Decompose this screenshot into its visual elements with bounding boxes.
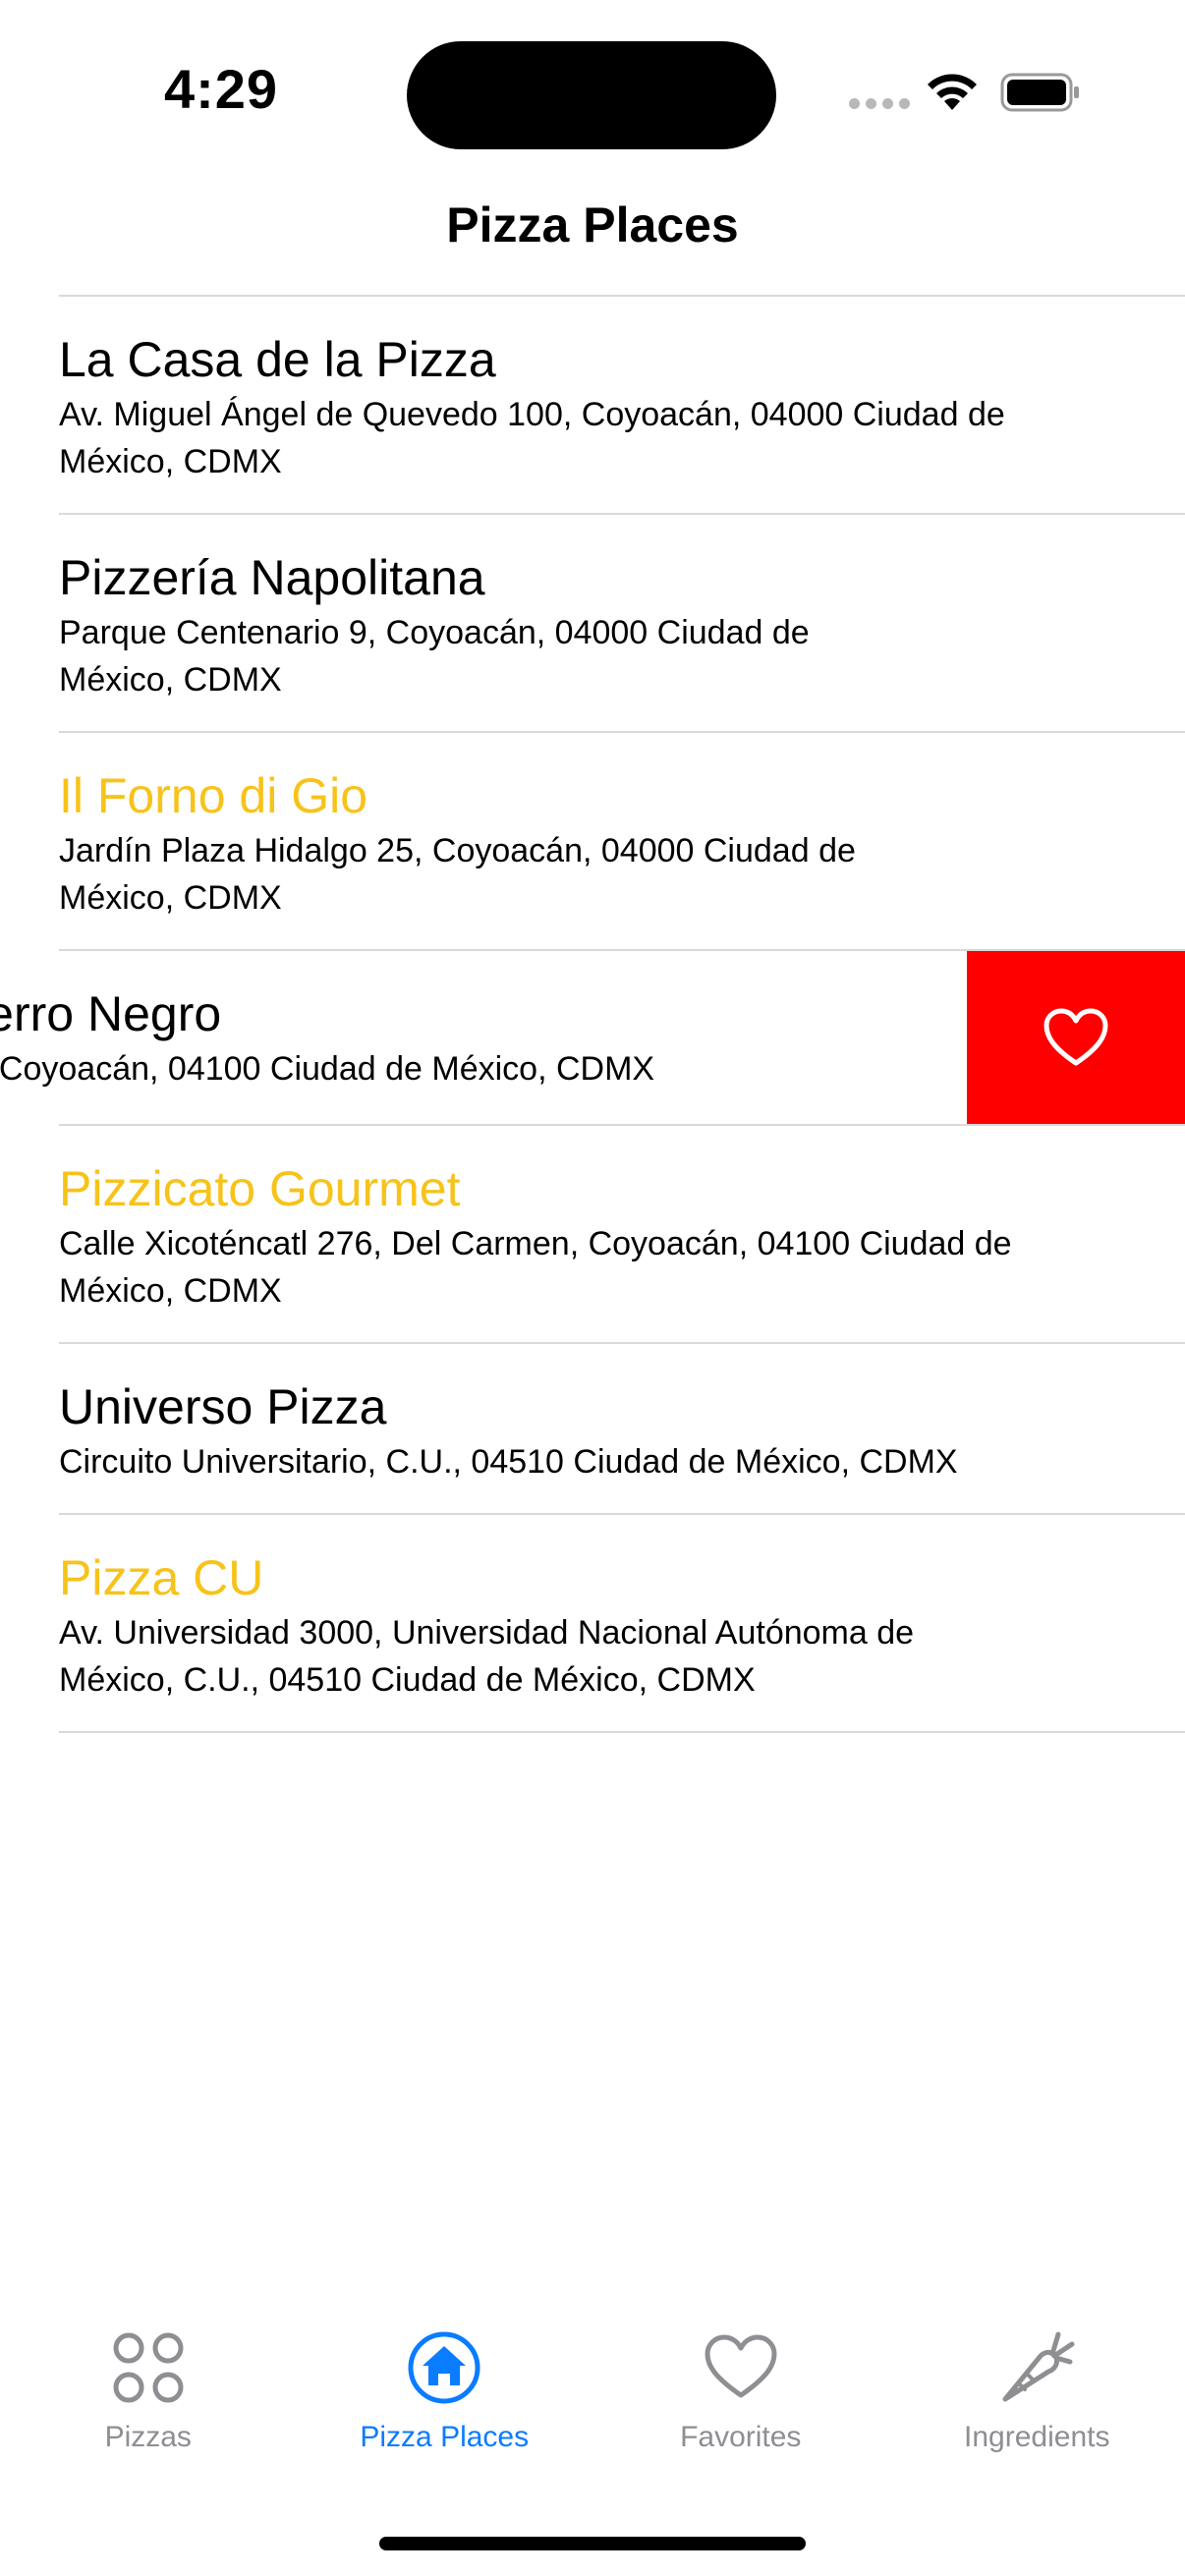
home-indicator [379, 2537, 806, 2550]
tab-label: Pizzas [104, 2421, 192, 2453]
tab-favorites[interactable]: Favorites [592, 2328, 889, 2466]
status-bar: 4:29 [0, 0, 1185, 177]
place-address: o 111, Coyoacán, 04100 Ciudad de México,… [0, 1043, 1081, 1120]
place-address-line1: Calle Xicoténcatl 276, Del Carmen, Coyoa… [59, 1225, 1012, 1262]
places-list: La Casa de la Pizza Av. Miguel Ángel de … [0, 295, 1185, 1733]
list-item[interactable]: Pizza CU Av. Universidad 3000, Universid… [0, 1515, 1185, 1731]
place-address: Av. Miguel Ángel de Quevedo 100, Coyoacá… [59, 389, 1146, 513]
place-address-line1: Jardín Plaza Hidalgo 25, Coyoacán, 04000… [59, 832, 856, 869]
place-address: Calle Xicoténcatl 276, Del Carmen, Coyoa… [59, 1218, 1146, 1342]
place-address-line2: México, C.U., 04510 Ciudad de México, CD… [59, 1661, 756, 1699]
tab-label: Ingredients [964, 2421, 1110, 2453]
place-name: La Casa de la Pizza [59, 332, 496, 387]
dynamic-island [407, 41, 776, 149]
list-item[interactable]: Il Forno di Gio Jardín Plaza Hidalgo 25,… [0, 733, 1185, 949]
list-item[interactable]: Pizzicato Gourmet Calle Xicoténcatl 276,… [0, 1126, 1185, 1342]
list-separator [59, 1731, 1185, 1733]
wifi-icon [928, 74, 977, 110]
place-address: Jardín Plaza Hidalgo 25, Coyoacán, 04000… [59, 825, 1146, 949]
list-item[interactable]: La Casa de la Pizza Av. Miguel Ángel de … [0, 297, 1185, 513]
place-address-line1: Parque Centenario 9, Coyoacán, 04000 Ciu… [59, 614, 810, 651]
page-title: Pizza Places [446, 197, 739, 252]
tab-pizzas[interactable]: Pizzas [0, 2328, 297, 2466]
place-address: Parque Centenario 9, Coyoacán, 04000 Ciu… [59, 607, 1146, 731]
place-address-line2: México, CDMX [59, 661, 282, 699]
place-address-line1: o 111, Coyoacán, 04100 Ciudad de México,… [0, 1050, 655, 1088]
house-circle-icon [408, 2331, 480, 2404]
place-name: Pizzicato Gourmet [59, 1161, 461, 1216]
tab-pizza-places[interactable]: Pizza Places [297, 2328, 593, 2466]
favorite-swipe-button[interactable] [967, 951, 1185, 1124]
tab-ingredients[interactable]: Ingredients [889, 2328, 1185, 2466]
place-address-line1: Circuito Universitario, C.U., 04510 Ciud… [59, 1443, 958, 1481]
place-address-line2: México, CDMX [59, 1272, 282, 1310]
heart-icon [1044, 1008, 1108, 1066]
place-name: el Perro Negro [0, 986, 222, 1041]
place-address: Circuito Universitario, C.U., 04510 Ciud… [59, 1436, 1146, 1513]
list-item-swiped[interactable]: el Perro Negro o 111, Coyoacán, 04100 Ci… [0, 951, 1185, 1124]
place-address-line1: Av. Universidad 3000, Universidad Nacion… [59, 1614, 915, 1652]
place-name: Pizzería Napolitana [59, 550, 485, 605]
place-address: Av. Universidad 3000, Universidad Nacion… [59, 1607, 1146, 1731]
cellular-signal-icon [849, 98, 910, 109]
screen: 4:29 Pizza Places La Casa de la Pizza Av… [0, 0, 1185, 2576]
grid-circles-icon [113, 2332, 184, 2403]
place-name: Il Forno di Gio [59, 768, 368, 823]
place-name: Universo Pizza [59, 1379, 387, 1434]
place-address-line1: Av. Miguel Ángel de Quevedo 100, Coyoacá… [59, 396, 1005, 433]
list-item[interactable]: Pizzería Napolitana Parque Centenario 9,… [0, 515, 1185, 731]
place-address-line2: México, CDMX [59, 443, 282, 480]
list-item[interactable]: Universo Pizza Circuito Universitario, C… [0, 1344, 1185, 1513]
heart-icon [705, 2334, 777, 2398]
battery-icon [1000, 73, 1079, 112]
place-address-line2: México, CDMX [59, 879, 282, 917]
place-name: Pizza CU [59, 1550, 264, 1605]
tab-label: Favorites [680, 2421, 802, 2453]
status-time: 4:29 [163, 58, 279, 120]
tab-label: Pizza Places [360, 2421, 530, 2453]
carrot-icon [1002, 2331, 1075, 2402]
tab-bar: Pizzas Pizza Places Favorites Ingredient… [0, 2328, 1185, 2466]
